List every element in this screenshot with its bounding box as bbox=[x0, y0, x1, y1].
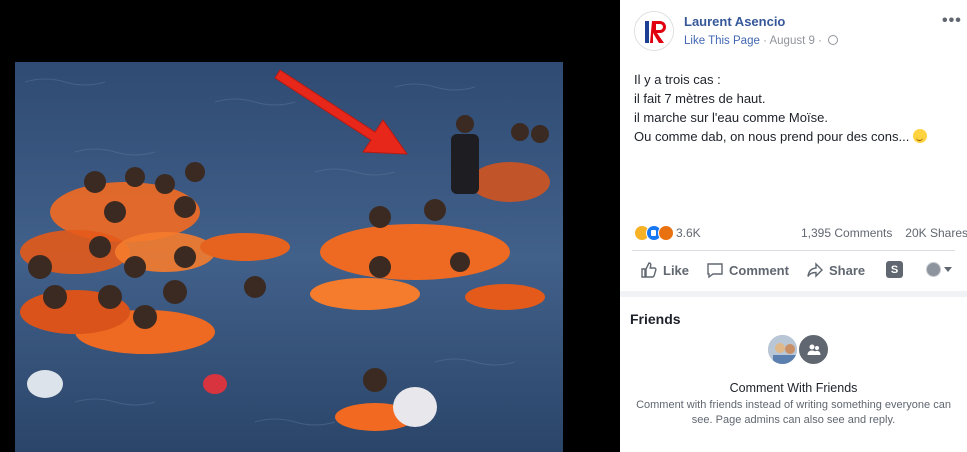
page-avatar[interactable] bbox=[634, 11, 674, 51]
profile-mini-avatar bbox=[926, 262, 941, 277]
post-text-line: il marche sur l'eau comme Moïse. bbox=[634, 110, 828, 125]
like-label: Like bbox=[663, 262, 690, 278]
thumbs-up-icon bbox=[641, 262, 657, 278]
angry-reaction-icon bbox=[658, 225, 674, 241]
share-icon bbox=[807, 262, 823, 278]
thinking-emoji-icon bbox=[912, 129, 927, 143]
divider bbox=[632, 250, 955, 251]
share-button[interactable]: Share bbox=[806, 261, 865, 279]
post-text-line: Ou comme dab, on nous prend pour des con… bbox=[634, 127, 959, 146]
post-panel: Laurent Asencio Like This Page · August … bbox=[620, 0, 967, 452]
comment-label: Comment bbox=[729, 262, 789, 278]
post-meta: Like This Page · August 9 · bbox=[684, 35, 839, 47]
like-button[interactable]: Like bbox=[640, 261, 689, 279]
friend-avatar bbox=[766, 333, 799, 366]
comments-count[interactable]: 1,395 Comments bbox=[801, 226, 892, 240]
friend-avatars bbox=[766, 333, 832, 367]
post-actions: Like Comment Share S bbox=[620, 256, 967, 286]
post-text-line: Il y a trois cas : bbox=[634, 72, 721, 87]
shares-count[interactable]: 20K Shares bbox=[905, 226, 967, 240]
reactions-bar: 3.6K 1,395 Comments 20K Shares bbox=[634, 223, 967, 243]
like-page-link[interactable]: Like This Page bbox=[684, 35, 760, 47]
friends-title: Friends bbox=[630, 311, 681, 327]
post-header: Laurent Asencio Like This Page · August … bbox=[620, 0, 967, 60]
friends-group-icon bbox=[797, 333, 830, 366]
share-label: Share bbox=[829, 262, 866, 278]
meta-separator-2: · bbox=[818, 35, 822, 47]
comment-with-friends-title[interactable]: Comment With Friends bbox=[620, 381, 967, 395]
more-options-button[interactable]: ••• bbox=[942, 12, 962, 30]
post-text-line: il fait 7 mètres de haut. bbox=[634, 91, 766, 106]
photo-viewer bbox=[0, 0, 620, 452]
s-button[interactable]: S bbox=[886, 261, 903, 278]
comment-with-friends-description: Comment with friends instead of writing … bbox=[636, 399, 951, 426]
friends-section: Friends Comment With Friends Comment wit… bbox=[620, 291, 967, 452]
meta-separator: · bbox=[763, 35, 767, 47]
ir-logo-icon bbox=[635, 12, 673, 50]
reaction-count[interactable]: 3.6K bbox=[676, 226, 701, 240]
comment-icon bbox=[707, 263, 723, 279]
caret-down-icon bbox=[944, 267, 952, 272]
audience-selector[interactable] bbox=[926, 262, 952, 277]
page-name[interactable]: Laurent Asencio bbox=[684, 14, 785, 29]
post-text: Il y a trois cas : il fait 7 mètres de h… bbox=[634, 70, 959, 146]
comment-button[interactable]: Comment bbox=[706, 261, 789, 279]
photo-image bbox=[15, 62, 563, 452]
post-photo[interactable] bbox=[15, 62, 563, 452]
globe-icon bbox=[828, 35, 839, 45]
post-date[interactable]: August 9 bbox=[769, 35, 814, 47]
